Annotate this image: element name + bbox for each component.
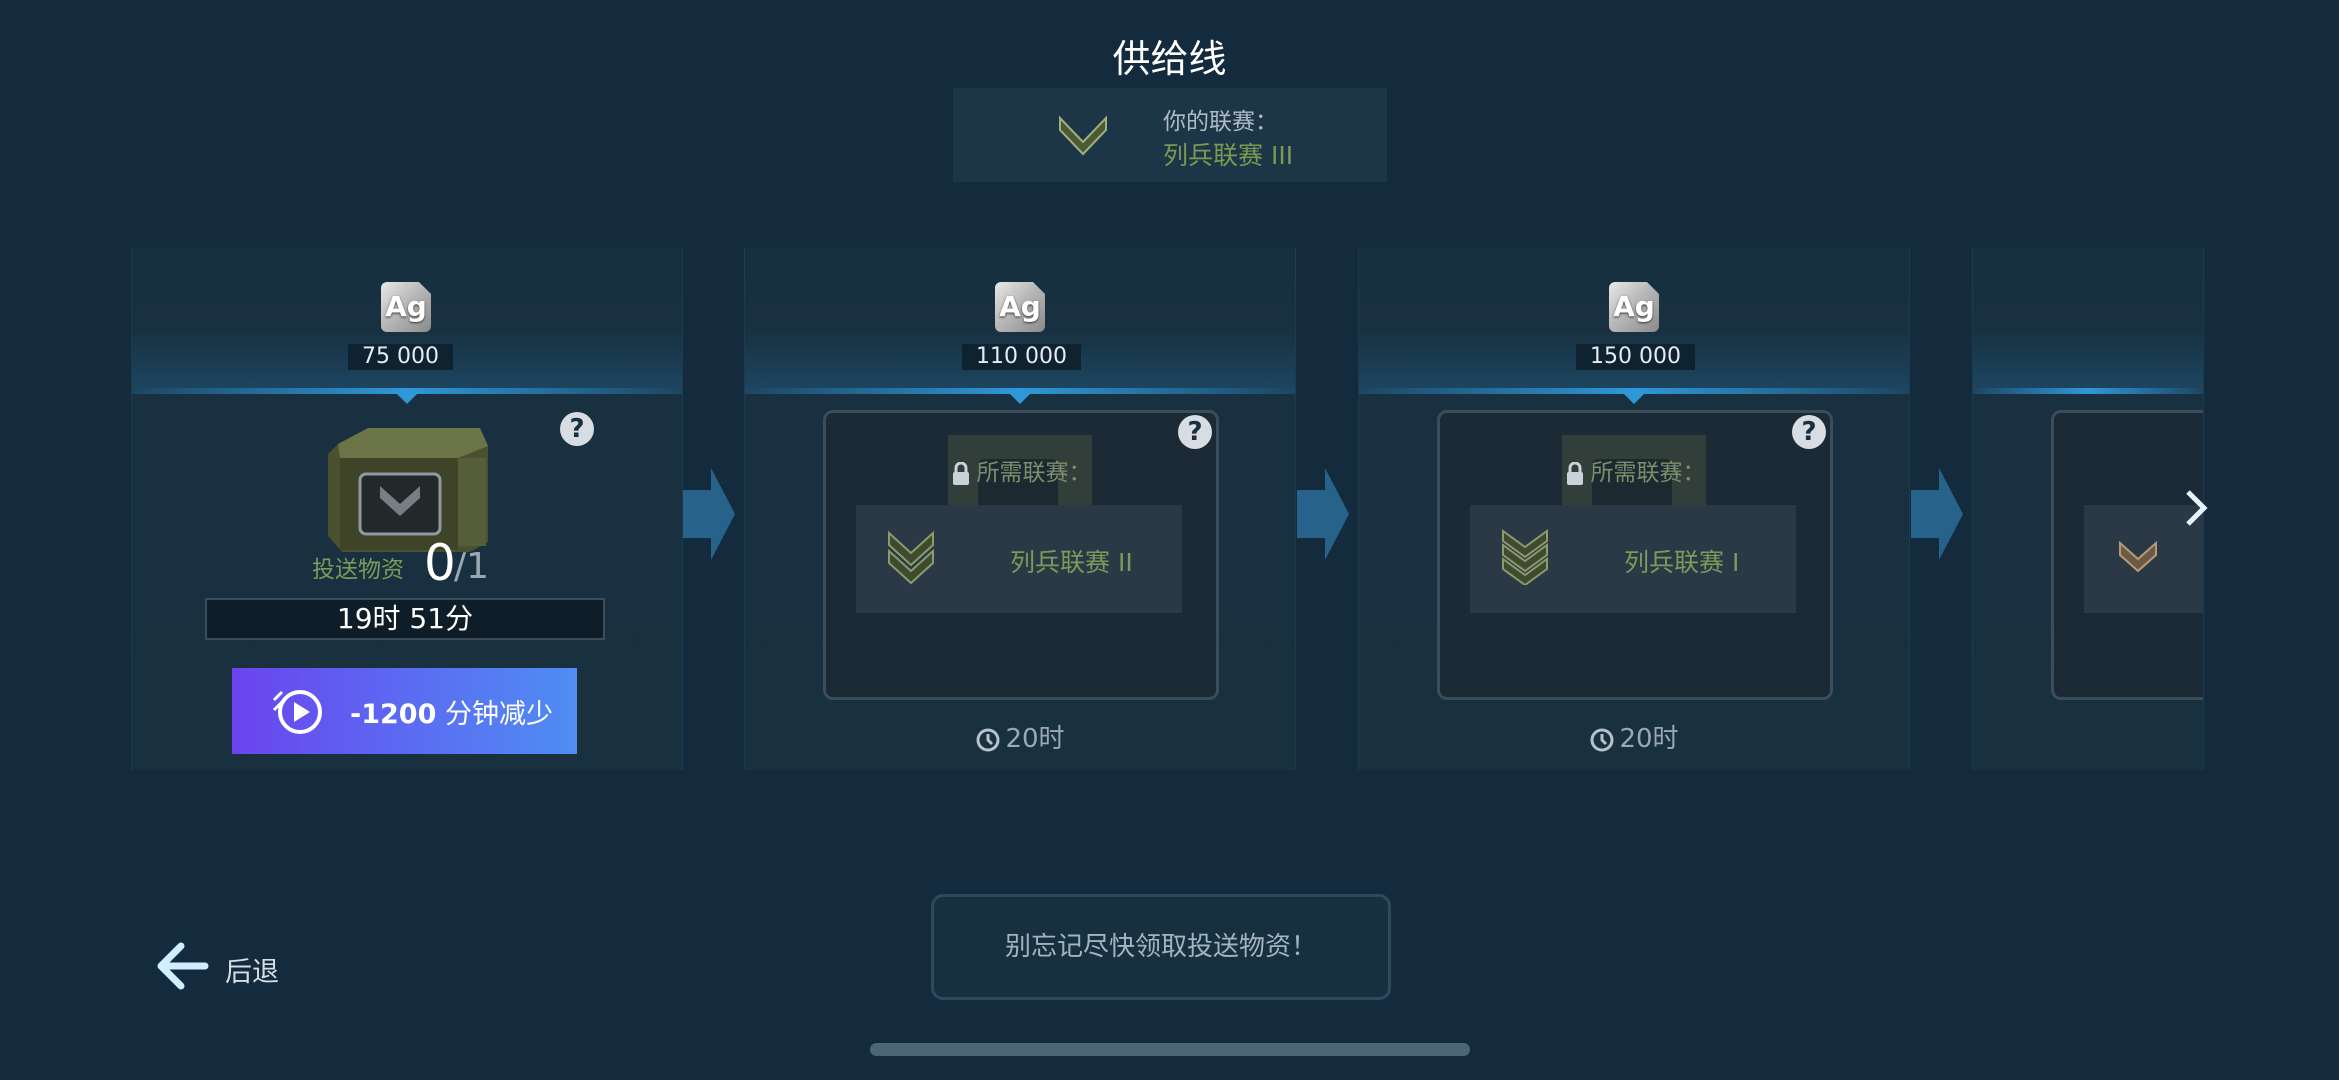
required-league-label: 所需联赛： bbox=[1590, 460, 1706, 486]
back-arrow-icon bbox=[157, 942, 209, 990]
speedup-amount: -1200 bbox=[350, 699, 437, 730]
next-page-chevron-icon[interactable] bbox=[2180, 488, 2210, 528]
required-label-row: 所需联赛： bbox=[1440, 453, 1830, 487]
supply-chest-icon bbox=[328, 428, 488, 552]
card-glow-haze bbox=[1973, 328, 2203, 394]
back-label: 后退 bbox=[225, 957, 279, 988]
card-glow-notch bbox=[1621, 391, 1647, 404]
chevron-rank-icon bbox=[1059, 115, 1107, 156]
duration-row: 20时 bbox=[1359, 718, 1909, 755]
bronze-chevron-rank-icon bbox=[2119, 541, 2157, 573]
connector-arrow-icon bbox=[1297, 468, 1349, 560]
duration-text: 20时 bbox=[1005, 724, 1065, 754]
required-league-name: 列兵联赛 II bbox=[1010, 548, 1133, 577]
speedup-label: 分钟减少 bbox=[444, 699, 553, 730]
help-button[interactable]: ? bbox=[1792, 415, 1826, 449]
connector-arrow-icon bbox=[683, 468, 735, 560]
drop-count: 0 bbox=[424, 534, 456, 592]
lock-icon bbox=[952, 461, 969, 485]
locked-chest-panel: ? 所需联赛： 列兵联赛 I bbox=[1437, 410, 1833, 700]
help-button[interactable]: ? bbox=[560, 412, 594, 446]
lock-icon bbox=[1566, 461, 1583, 485]
reward-amount: 110 000 bbox=[962, 344, 1081, 370]
reminder-banner: 别忘记尽快领取投送物资！ bbox=[931, 894, 1391, 1000]
supply-card-3[interactable]: Ag 150 000 ? 所需联赛： 列兵联赛 I 20时 bbox=[1358, 248, 1910, 770]
reward-amount: 150 000 bbox=[1576, 344, 1695, 370]
card-glow-line bbox=[1973, 388, 2203, 394]
speedup-text: -1200 分钟减少 bbox=[350, 692, 553, 731]
required-league-label: 所需联赛： bbox=[976, 460, 1092, 486]
required-league-box: 列兵联赛 I bbox=[1470, 505, 1796, 613]
required-league-box: 列兵联赛 II bbox=[856, 505, 1182, 613]
duration-row: 20时 bbox=[745, 718, 1295, 755]
league-caption: 你的联赛： bbox=[1163, 109, 1278, 135]
supply-card-2[interactable]: Ag 110 000 ? 所需联赛： 列兵联赛 II 20时 bbox=[744, 248, 1296, 770]
drop-label: 投送物资 bbox=[312, 557, 404, 583]
required-label-row: 所需联赛： bbox=[826, 453, 1216, 487]
card-glow-notch bbox=[394, 391, 420, 404]
locked-chest-panel: ? 所需联赛： 列兵联赛 II bbox=[823, 410, 1219, 700]
supply-card-4[interactable]: Ag bbox=[1972, 248, 2204, 770]
page-title: 供给线 bbox=[1112, 37, 1227, 81]
duration-text: 20时 bbox=[1619, 724, 1679, 754]
speedup-button[interactable]: -1200 分钟减少 bbox=[232, 668, 577, 754]
silver-currency-icon: Ag bbox=[995, 282, 1045, 332]
silver-currency-icon: Ag bbox=[1609, 282, 1659, 332]
clock-icon bbox=[1590, 728, 1614, 751]
double-chevron-rank-icon bbox=[888, 530, 934, 585]
current-league-panel: 你的联赛： 列兵联赛 III bbox=[953, 88, 1387, 182]
league-name: 列兵联赛 III bbox=[1163, 141, 1294, 170]
drop-total: /1 bbox=[454, 546, 490, 587]
card-glow-notch bbox=[1007, 391, 1033, 404]
reward-amount: 75 000 bbox=[348, 344, 453, 370]
ad-replay-icon bbox=[272, 690, 322, 734]
required-league-name: 列兵联赛 I bbox=[1624, 548, 1740, 577]
connector-arrow-icon bbox=[1911, 468, 1963, 560]
locked-chest-panel bbox=[2051, 410, 2203, 700]
help-button[interactable]: ? bbox=[1178, 415, 1212, 449]
home-indicator[interactable] bbox=[870, 1043, 1470, 1056]
triple-chevron-rank-icon bbox=[1502, 529, 1548, 585]
clock-icon bbox=[976, 728, 1000, 751]
silver-currency-icon: Ag bbox=[381, 282, 431, 332]
countdown-timer: 19时 51分 bbox=[205, 598, 605, 640]
